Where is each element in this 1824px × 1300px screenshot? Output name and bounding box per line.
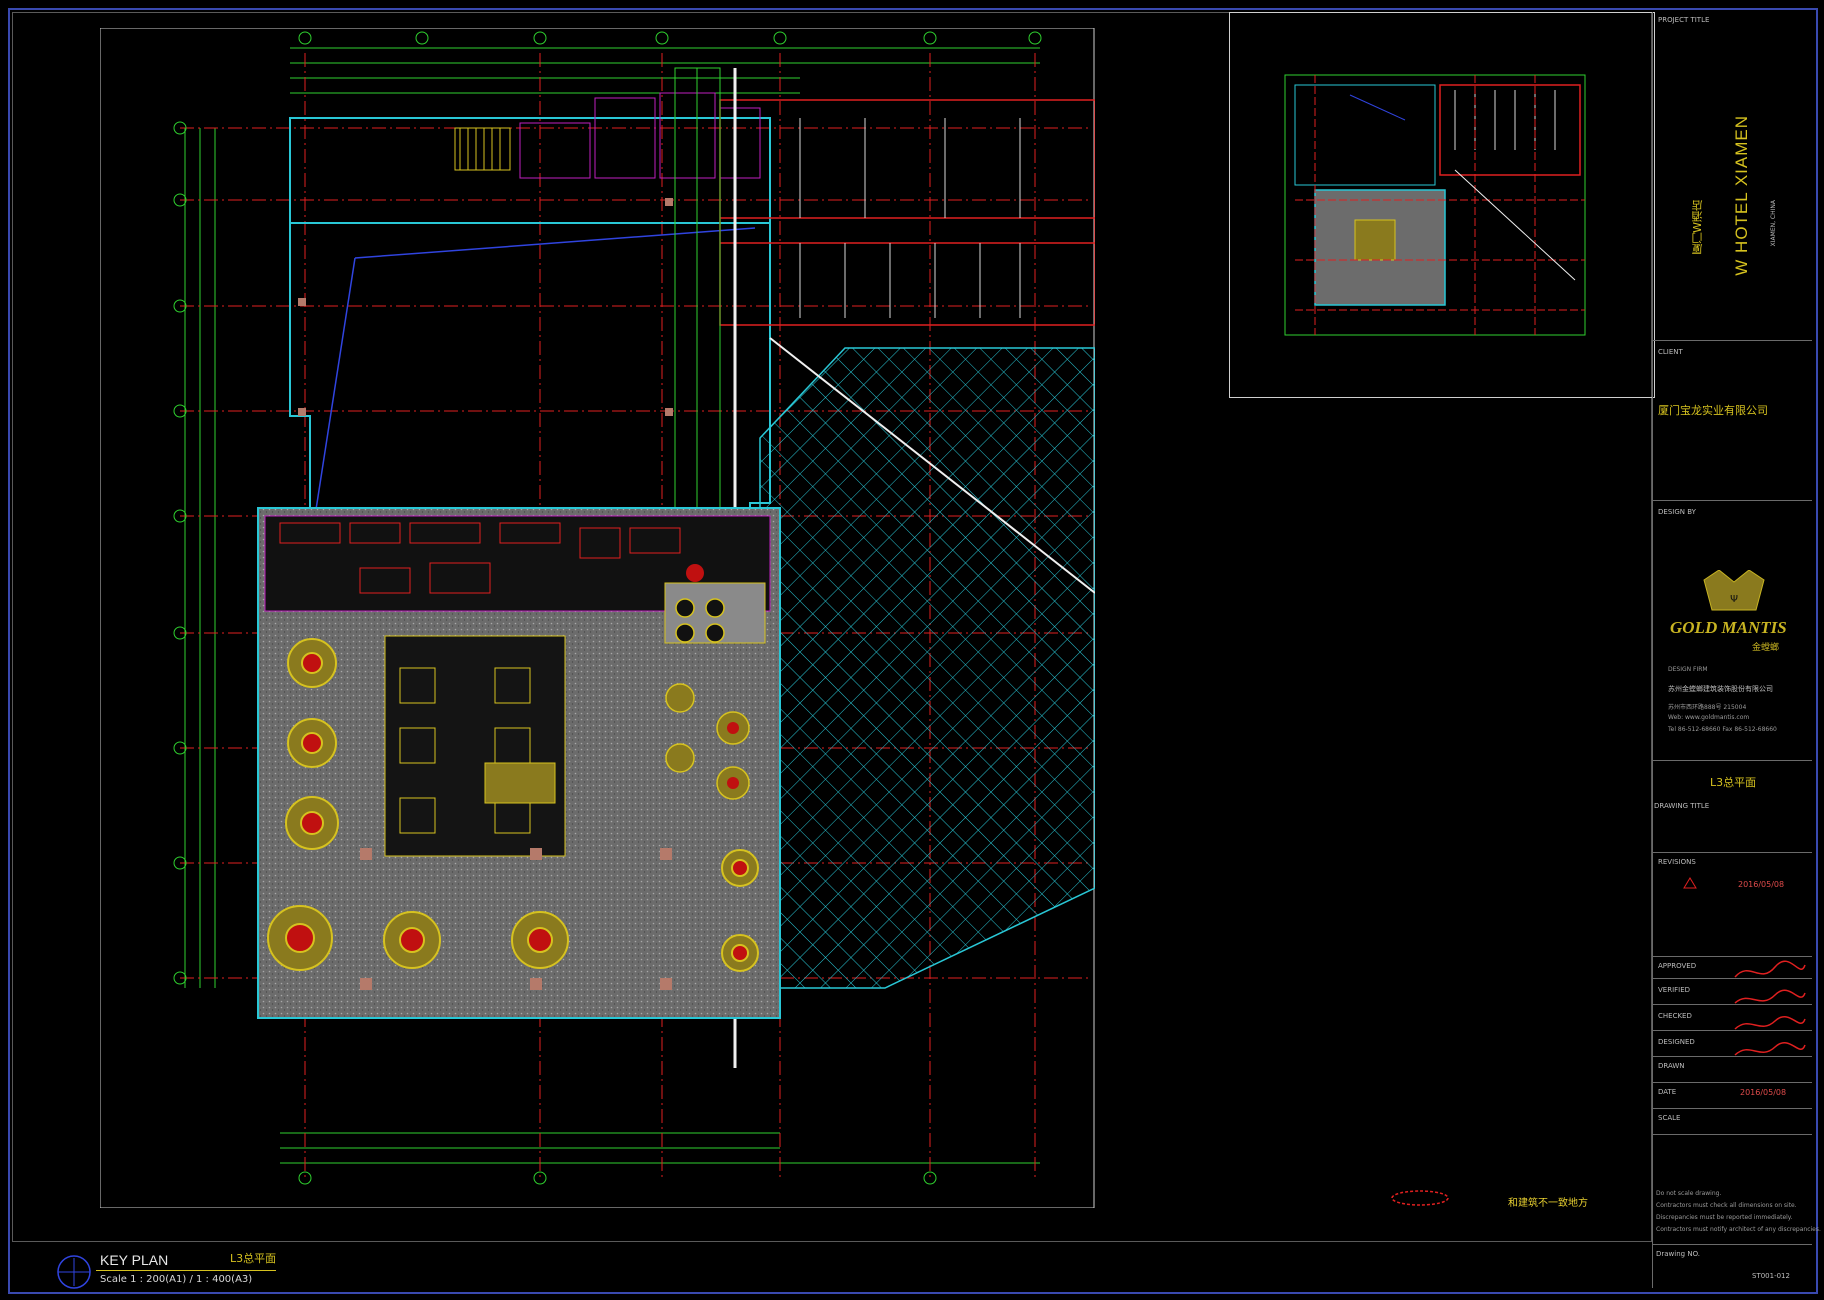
stair [454,127,511,171]
checked-label: CHECKED [1658,1012,1692,1020]
approved-label: APPROVED [1658,962,1697,970]
project-title-label: PROJECT TITLE [1658,16,1710,24]
drawing-number-label: Drawing NO. [1656,1250,1701,1258]
revision-date: 2016/05/08 [1738,880,1785,889]
central-core [384,635,566,857]
tb-divider [1652,1244,1812,1245]
tb-divider [1652,1082,1812,1083]
tb-divider [1652,500,1812,501]
vertical-core [674,67,721,529]
revision-triangle-icon [1683,877,1697,889]
logo-text: GOLD MANTIS [1670,618,1787,637]
key-plan-subtitle: L3总平面 [230,1252,277,1265]
client-label: CLIENT [1658,348,1683,356]
company-address: 苏州市西环路888号 215004 [1668,704,1747,711]
east-wing [719,99,1095,326]
floor-plan[interactable] [100,28,1095,1208]
slab-line [314,257,356,517]
company-email: Web: www.goldmantis.com [1668,714,1750,721]
design-firm-label: DESIGN FIRM [1668,666,1708,673]
dimension-lines-left [184,128,216,988]
date-value: 2016/05/08 [1740,1088,1787,1097]
svg-text:Ψ: Ψ [1730,594,1738,605]
dimension-lines-top [290,47,1040,94]
designed-label: DESIGNED [1658,1038,1695,1046]
signatures [1734,960,1806,1056]
revisions-label: REVISIONS [1658,858,1696,866]
project-location: XIAMEN, CHINA [1770,200,1777,247]
revision-cloud-marker [1391,1190,1449,1206]
company-tel: Tel 86-512-68660 Fax 86-512-68660 [1668,726,1777,733]
upper-rooms [519,92,761,179]
note-4: Contractors must notify architect of any… [1656,1226,1821,1233]
drawing-main-title: L3总平面 [1710,776,1757,789]
stair-treads [459,128,501,170]
scale-label: SCALE [1658,1114,1681,1122]
north-arrow-icon [57,1255,91,1289]
key-plan-title: KEY PLAN [100,1252,169,1268]
tb-divider [1652,1108,1812,1109]
date-label: DATE [1658,1088,1677,1096]
drawing-title-label: DRAWING TITLE [1654,802,1710,810]
red-feature [686,564,704,582]
logo-sub: 金螳螂 [1752,643,1780,653]
slab-line-2 [354,227,756,259]
revision-note: 和建筑不一致地方 [1508,1198,1588,1209]
note-3: Discrepancies must be reported immediate… [1656,1214,1793,1221]
feature-planter [484,762,556,804]
client-name: 厦门宝龙实业有限公司 [1658,404,1768,417]
verified-label: VERIFIED [1658,986,1691,994]
drawn-label: DRAWN [1658,1062,1685,1070]
design-by-label: DESIGN BY [1658,508,1696,516]
note-1: Do not scale drawing. [1656,1190,1722,1197]
project-title-en: W HOTEL XIAMEN [1732,115,1751,276]
glass-roof-hatch [759,347,1095,989]
tb-divider [1652,340,1812,341]
key-plan-scale: Scale 1 : 200(A1) / 1 : 400(A3) [100,1274,253,1285]
gold-mantis-logo: Ψ [1703,570,1765,611]
key-plan-underline [96,1270,276,1271]
key-plan-drawing [1284,74,1586,336]
note-2: Contractors must check all dimensions on… [1656,1202,1797,1209]
tb-divider [1652,852,1812,853]
company-name: 苏州金螳螂建筑装饰股份有限公司 [1668,685,1773,693]
tb-divider [1652,1134,1812,1135]
drawing-number-value: ST001-012 [1752,1272,1790,1280]
dimension-lines-bottom [280,1132,1040,1164]
project-title-cn: 厦门W酒店 [1691,200,1704,255]
tb-divider [1652,760,1812,761]
